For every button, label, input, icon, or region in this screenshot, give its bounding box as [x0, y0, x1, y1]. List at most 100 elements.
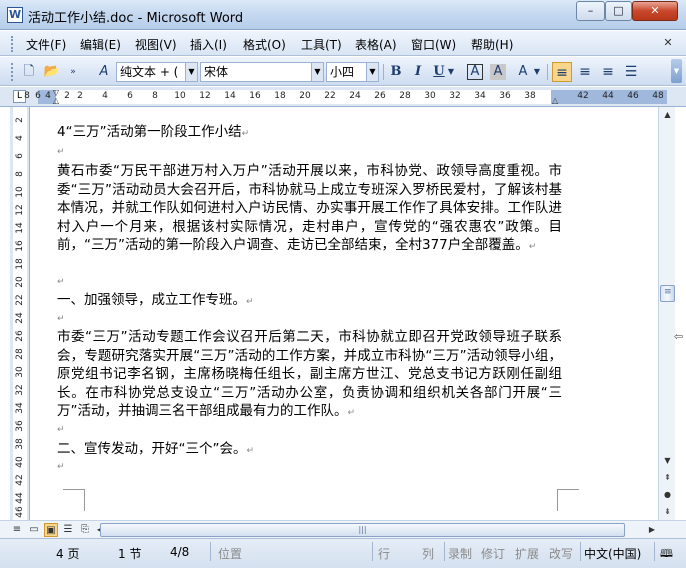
status-divider [372, 542, 373, 561]
style-combo[interactable]: 纯文本 + ( ▼ [116, 62, 198, 82]
document-heading[interactable]: 4“三万”活动第一阶段工作小结↵ [57, 123, 562, 144]
split-handle-icon[interactable]: ⇦ [674, 330, 686, 343]
underline-dropdown-icon[interactable]: ▼ [446, 62, 456, 82]
menu-edit[interactable]: 编辑(E) [80, 36, 121, 53]
horizontal-ruler[interactable]: L 8 6 4 2 2 4 6 8 10 12 14 16 18 20 22 2… [0, 87, 686, 107]
status-divider [210, 542, 211, 561]
font-combo[interactable]: 宋体 ▼ [200, 62, 324, 82]
ruler-tick: 38 [524, 91, 536, 101]
highlight-button[interactable]: A [513, 62, 533, 82]
vertical-scrollbar[interactable]: ▲ ▼ ⇞ ● ⇟ [658, 107, 675, 520]
vertical-ruler[interactable]: 2 4 6 8 10 12 14 16 18 20 22 24 26 28 30… [10, 107, 30, 520]
vruler-tick: 24 [15, 312, 25, 324]
font-size-combo[interactable]: 小四 ▼ [326, 62, 379, 82]
empty-paragraph[interactable]: ↵ [57, 277, 65, 287]
horizontal-scrollbar[interactable]: ≡ ▭ ▣ ☰ ⎘ ◀ ||| ▶ [0, 520, 686, 538]
section-heading[interactable]: 二、宣传发动，开好“三个”会。↵ [57, 440, 562, 461]
vruler-tick: 8 [15, 171, 25, 177]
right-indent-marker[interactable]: △ [552, 96, 558, 105]
body-paragraph[interactable]: 市委“三万”活动专题工作会议召开后第二天，市科协就立即召开党政领导班子联系会，专… [57, 328, 562, 423]
menu-grip-handle[interactable] [11, 36, 15, 52]
vruler-tick: 20 [15, 276, 25, 288]
highlight-dropdown-icon[interactable]: ▼ [532, 62, 542, 82]
empty-paragraph[interactable]: ↵ [57, 462, 65, 472]
section-heading[interactable]: 一、加强领导，成立工作专班。↵ [57, 291, 562, 312]
menu-file[interactable]: 文件(F) [26, 36, 66, 53]
scrollbar-thumb[interactable] [660, 285, 675, 302]
menu-help[interactable]: 帮助(H) [471, 36, 513, 53]
italic-button[interactable]: I [408, 62, 428, 82]
spelling-status-icon[interactable]: 🕮 [660, 545, 673, 564]
status-record-macro[interactable]: 录制 [448, 545, 472, 562]
ruler-tick: 18 [274, 91, 286, 101]
ruler-tick: 26 [374, 91, 386, 101]
menu-format[interactable]: 格式(O) [243, 36, 286, 53]
status-section: 1 节 [118, 547, 142, 561]
ruler-tick: 28 [399, 91, 411, 101]
paragraph-mark: ↵ [347, 408, 356, 418]
menu-insert[interactable]: 插入(I) [190, 36, 227, 53]
toolbar-options-icon[interactable]: » [68, 62, 78, 82]
menu-tools[interactable]: 工具(T) [301, 36, 342, 53]
horizontal-scrollbar-thumb[interactable]: ||| [100, 523, 625, 537]
paragraph-mark: ↵ [246, 446, 255, 456]
scroll-up-icon[interactable]: ▲ [660, 107, 675, 122]
body-paragraph[interactable]: 黄石市委“万民干部进万村入万户”活动开展以来，市科协党、政领导高度重视。市委“三… [57, 162, 562, 257]
word-app-icon[interactable] [7, 7, 23, 23]
print-layout-view-icon[interactable]: ▣ [44, 523, 58, 537]
status-overtype[interactable]: 改写 [549, 545, 573, 562]
scroll-down-icon[interactable]: ▼ [660, 453, 675, 468]
vruler-tick: 16 [15, 240, 25, 252]
paragraph-mark: ↵ [246, 297, 254, 307]
open-folder-icon[interactable]: 📂 [42, 62, 62, 82]
scroll-right-icon[interactable]: ▶ [646, 523, 658, 537]
menu-window[interactable]: 窗口(W) [411, 36, 456, 53]
empty-paragraph[interactable]: ↵ [57, 147, 65, 157]
align-center-icon[interactable]: ≡ [575, 62, 595, 82]
bold-button[interactable]: B [386, 62, 406, 82]
normal-view-icon[interactable]: ≡ [10, 523, 24, 537]
previous-page-icon[interactable]: ⇞ [660, 470, 675, 485]
next-page-icon[interactable]: ⇟ [660, 504, 675, 519]
paragraph-mark: ↵ [57, 462, 65, 472]
document-editor[interactable]: 4“三万”活动第一阶段工作小结↵ ↵ 黄石市委“万民干部进万村入万户”活动开展以… [30, 107, 658, 520]
new-document-icon[interactable]: 🗋 [19, 62, 39, 82]
section-heading-text: 一、加强领导，成立工作专班。 [57, 292, 246, 308]
select-browse-object-icon[interactable]: ● [660, 487, 675, 502]
reading-layout-view-icon[interactable]: ⎘ [78, 523, 92, 537]
status-bar: 4 页 1 节 4/8 位置 行 列 录制 修订 扩展 改写 中文(中国) 🕮 [0, 538, 686, 568]
ruler-tick: 14 [224, 91, 236, 101]
chevron-down-icon[interactable]: ▼ [311, 63, 323, 81]
minimize-button[interactable]: – [576, 1, 605, 21]
close-document-button[interactable]: ✕ [661, 36, 675, 50]
close-button[interactable]: ✕ [632, 1, 678, 21]
character-border-button[interactable]: A [467, 64, 483, 80]
maximize-button[interactable]: □ [605, 1, 632, 21]
character-shading-button[interactable]: A [490, 64, 506, 80]
ruler-tick: 48 [652, 91, 664, 101]
outline-view-icon[interactable]: ☰ [61, 523, 75, 537]
vruler-tick: 22 [15, 294, 25, 306]
chevron-down-icon[interactable]: ▼ [185, 63, 197, 81]
body-paragraph-text: 黄石市委“万民干部进万村入万户”活动开展以来，市科协党、政领导高度重视。市委“三… [57, 163, 562, 253]
first-line-indent-marker[interactable]: ▽ △ [52, 89, 60, 105]
status-language[interactable]: 中文(中国) [584, 545, 641, 562]
chevron-down-icon[interactable]: ▼ [366, 63, 378, 81]
align-right-icon[interactable]: ≡ [598, 62, 618, 82]
menu-view[interactable]: 视图(V) [135, 36, 177, 53]
menu-table[interactable]: 表格(A) [355, 36, 397, 53]
empty-paragraph[interactable]: ↵ [57, 314, 65, 324]
vruler-tick: 4 [15, 135, 25, 141]
empty-paragraph[interactable]: ↵ [57, 425, 65, 435]
align-left-icon[interactable]: ≡ [552, 62, 572, 82]
toolbar-grip-handle[interactable] [11, 63, 15, 81]
toolbar-overflow-icon[interactable]: ▼ [671, 59, 682, 83]
status-track-changes[interactable]: 修订 [481, 545, 505, 562]
justify-icon[interactable]: ☰ [621, 62, 641, 82]
status-extend-selection[interactable]: 扩展 [515, 545, 539, 562]
status-divider [580, 542, 581, 561]
window-title: 活动工作小结.doc - Microsoft Word [28, 11, 244, 26]
web-layout-view-icon[interactable]: ▭ [27, 523, 41, 537]
ruler-tick: 8 [24, 91, 30, 101]
styles-formatting-icon[interactable]: A [94, 62, 114, 82]
